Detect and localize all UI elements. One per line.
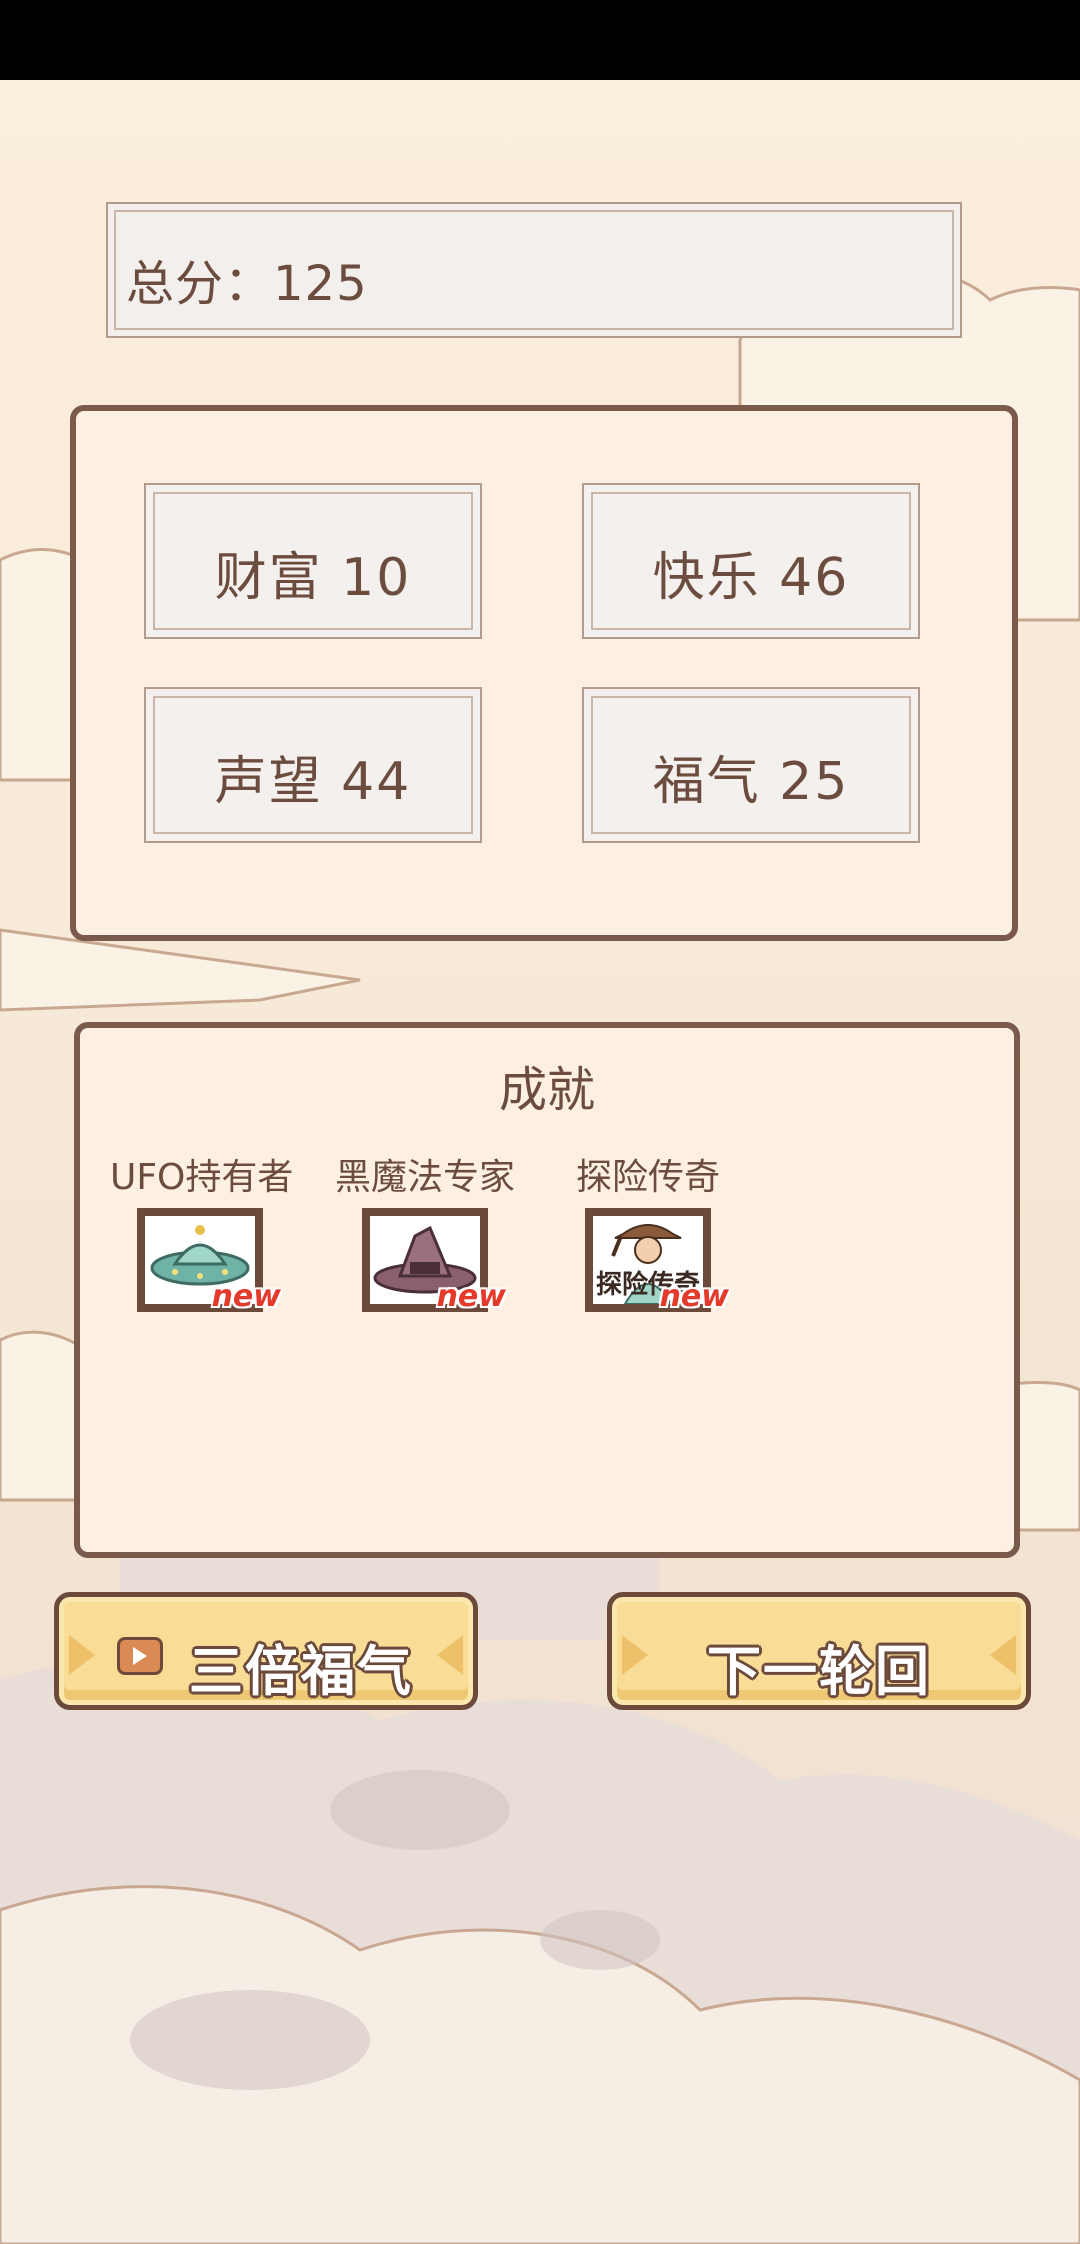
explorer-icon: 探险传奇 new xyxy=(585,1208,729,1314)
stat-reputation-label: 声望 44 xyxy=(214,752,412,812)
arrow-left-decoration xyxy=(69,1635,95,1675)
triple-fortune-label: 三倍福气 xyxy=(189,1640,413,1703)
stat-fortune: 福气 25 xyxy=(582,687,920,843)
achievements-title: 成就 xyxy=(498,1062,595,1118)
next-round-button[interactable]: 下一轮回 xyxy=(607,1592,1031,1710)
achievement-name: 探险传奇 xyxy=(575,1157,720,1198)
total-score-text: 总分：125 xyxy=(126,256,368,312)
ufo-icon: new xyxy=(137,1208,281,1314)
achievement-ufo[interactable]: UFO持有者 new xyxy=(110,1148,294,1314)
new-badge: new xyxy=(211,1279,281,1314)
stat-wealth-label: 财富 10 xyxy=(214,548,412,608)
stat-fortune-label: 福气 25 xyxy=(652,752,850,812)
total-score-box: 总分：125 xyxy=(106,202,962,338)
witch-hat-icon: new xyxy=(362,1208,506,1314)
triple-fortune-button[interactable]: 三倍福气 xyxy=(54,1592,478,1710)
achievement-name: UFO持有者 xyxy=(110,1157,294,1198)
new-badge: new xyxy=(436,1279,506,1314)
stats-panel: 财富 10 快乐 46 声望 44 福气 25 xyxy=(70,405,1018,941)
next-round-label: 下一轮回 xyxy=(707,1640,931,1703)
stat-happiness: 快乐 46 xyxy=(582,483,920,639)
achievements-panel: 成就 UFO持有者 new 黑魔法专家 new 探险传奇 探险传奇 new xyxy=(74,1022,1020,1558)
stat-wealth: 财富 10 xyxy=(144,483,482,639)
stat-happiness-label: 快乐 46 xyxy=(652,548,850,608)
achievement-name: 黑魔法专家 xyxy=(335,1157,516,1198)
achievement-explorer[interactable]: 探险传奇 探险传奇 new xyxy=(558,1148,738,1314)
status-bar xyxy=(0,0,1080,80)
new-badge: new xyxy=(659,1279,729,1314)
achievement-black-magic[interactable]: 黑魔法专家 new xyxy=(335,1148,516,1314)
stat-reputation: 声望 44 xyxy=(144,687,482,843)
